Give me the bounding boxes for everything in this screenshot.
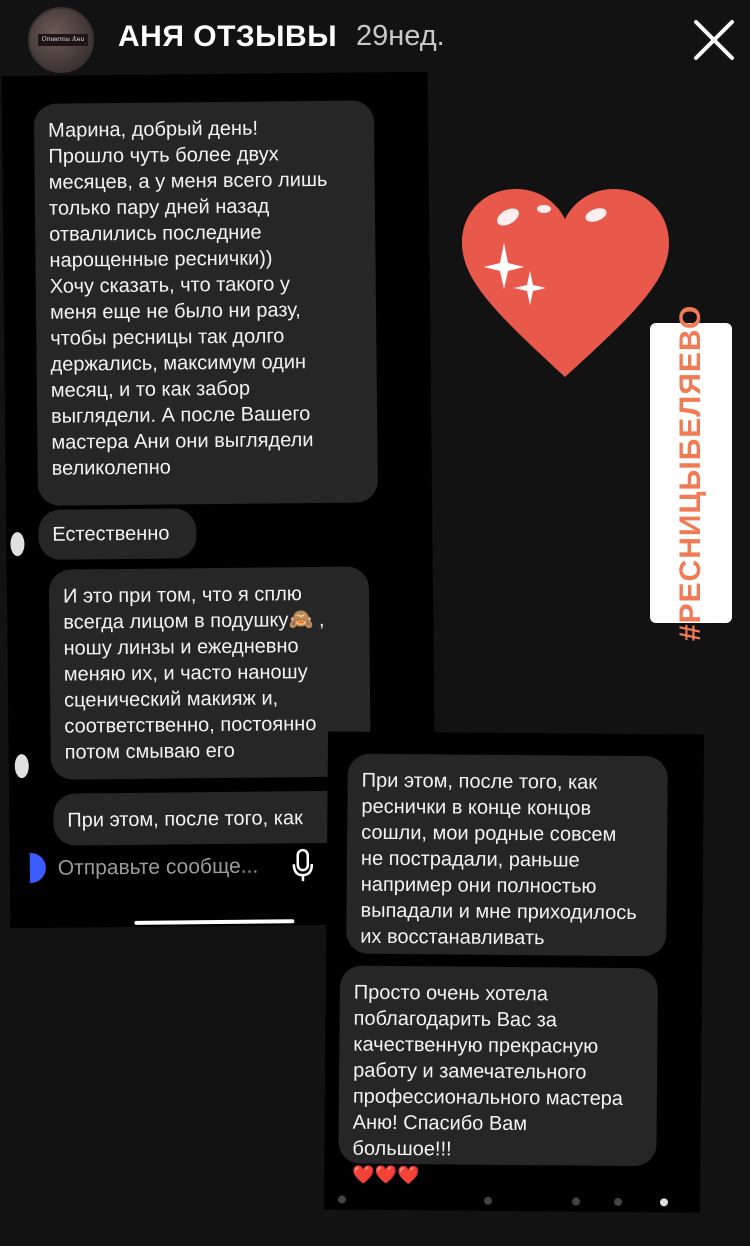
message-text: Естественно: [52, 522, 170, 546]
close-icon: [694, 20, 734, 60]
home-indicator: [134, 919, 295, 925]
message-text: При этом, после того, как реснички в кон…: [360, 769, 637, 950]
reaction-dot: [10, 532, 25, 557]
post-time: 29нед.: [356, 20, 445, 52]
message-text: Просто очень хотела поблагодарить Вас за…: [352, 981, 624, 1161]
composer-partial: [324, 1191, 700, 1212]
story-header: Ответы Ани АНЯ ОТЗЫВЫ 29нед.: [0, 0, 750, 82]
account-name[interactable]: АНЯ ОТЗЫВЫ: [118, 20, 337, 54]
message-bubble: Просто очень хотела поблагодарить Вас за…: [338, 965, 659, 1185]
message-text: При этом, после того, как: [67, 807, 303, 832]
message-input[interactable]: Отправьте сообще...: [58, 855, 259, 881]
message-text: И это при том, что я сплю всегда лицом в…: [62, 583, 325, 764]
heart-emoji-icon: ❤️❤️❤️: [352, 1164, 420, 1186]
hashtag-text: #РЕСНИЦЫБЕЛЯЕВО: [674, 304, 707, 642]
microphone-icon[interactable]: [290, 848, 316, 884]
camera-icon[interactable]: [29, 852, 46, 884]
chat-screenshot-right: При этом, после того, как реснички в кон…: [323, 731, 705, 1213]
heart-sparkle-sticker: [462, 189, 669, 377]
message-bubble: Марина, добрый день! Прошло чуть более д…: [33, 100, 379, 506]
message-bubble: И это при том, что я сплю всегда лицом в…: [48, 566, 371, 780]
message-bubble: Естественно: [38, 508, 197, 560]
message-bubble: При этом, после того, как реснички в кон…: [346, 753, 668, 957]
close-button[interactable]: [690, 16, 738, 64]
avatar-logo-text: Ответы Ани: [38, 34, 88, 46]
hashtag-sticker[interactable]: #РЕСНИЦЫБЕЛЯЕВО: [650, 305, 732, 641]
account-avatar[interactable]: Ответы Ани: [28, 7, 94, 73]
reaction-dot: [14, 754, 29, 779]
message-text: Марина, добрый день! Прошло чуть более д…: [48, 117, 328, 480]
